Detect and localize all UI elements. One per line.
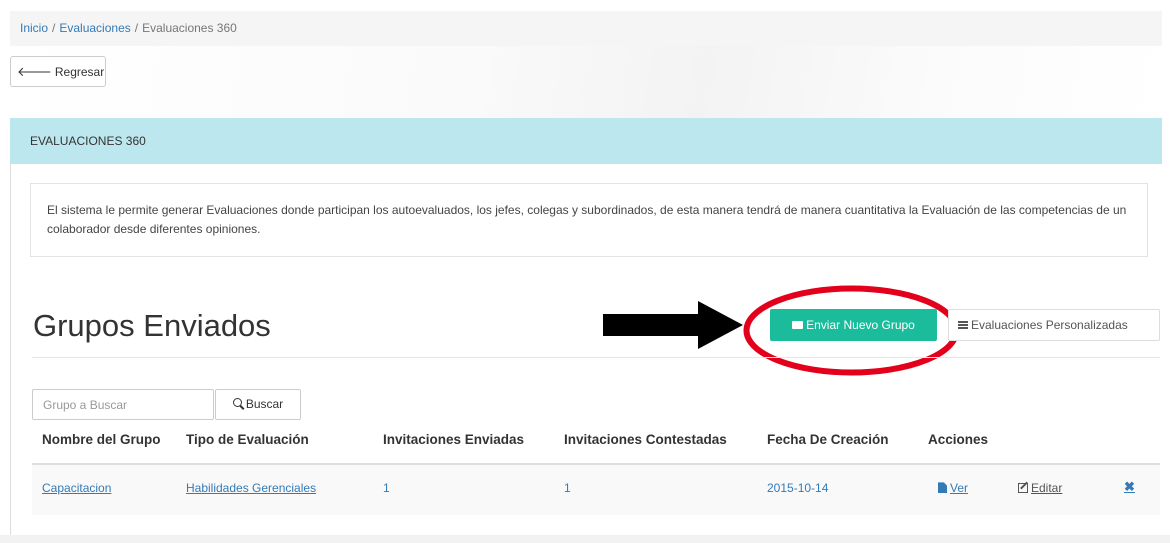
annotation-arrow	[603, 301, 743, 349]
edit-link[interactable]: Editar	[1018, 481, 1062, 495]
file-icon	[938, 482, 947, 494]
delete-icon[interactable]: ✖	[1124, 479, 1135, 495]
search-icon	[232, 398, 242, 408]
header-nombre: Nombre del Grupo	[42, 432, 161, 447]
header-enviadas: Invitaciones Enviadas	[383, 432, 525, 447]
search-input[interactable]	[32, 389, 214, 420]
header-contestadas: Invitaciones Contestadas	[564, 432, 727, 447]
header-fecha: Fecha De Creación	[767, 432, 889, 447]
search-button[interactable]: Buscar	[215, 389, 301, 420]
breadcrumb-inicio[interactable]: Inicio	[20, 21, 48, 35]
breadcrumb-separator: /	[52, 21, 56, 35]
annotation-ellipse-shape	[743, 285, 960, 376]
breadcrumb-current: Evaluaciones 360	[142, 21, 237, 35]
bottom-edge	[0, 535, 1170, 543]
breadcrumb-separator: /	[134, 21, 139, 35]
group-name-link[interactable]: Capacitacion	[42, 481, 111, 495]
annotation-ellipse	[743, 285, 960, 376]
info-text: El sistema le permite generar Evaluacion…	[30, 183, 1148, 257]
section-divider	[32, 357, 1160, 358]
creation-date: 2015-10-14	[767, 481, 829, 495]
search-button-label: Buscar	[245, 397, 284, 411]
panel-heading: EVALUACIONES 360	[10, 118, 1162, 164]
header-acciones: Acciones	[928, 432, 989, 447]
custom-evaluations-label: Evaluaciones Personalizadas	[971, 318, 1128, 332]
breadcrumb: Inicio / Evaluaciones / Evaluaciones 360	[10, 11, 1162, 46]
back-button-label: Regresar	[54, 65, 105, 79]
list-icon	[958, 320, 968, 329]
edit-link-label: Editar	[1031, 481, 1063, 495]
annotation-arrow-shape	[603, 301, 743, 349]
section-title: Grupos Enviados	[33, 308, 271, 343]
page-background	[10, 46, 1162, 118]
edit-icon	[1018, 482, 1028, 493]
invitations-answered: 1	[564, 481, 571, 495]
evaluation-type-link[interactable]: Habilidades Gerenciales	[186, 481, 316, 495]
custom-evaluations-button[interactable]: Evaluaciones Personalizadas	[948, 309, 1160, 341]
view-link[interactable]: Ver	[938, 481, 968, 495]
arrow-left-icon: 🡐	[17, 64, 52, 79]
view-link-label: Ver	[950, 481, 969, 495]
back-button[interactable]: 🡐 Regresar	[10, 56, 106, 87]
invitations-sent: 1	[383, 481, 390, 495]
header-tipo: Tipo de Evaluación	[186, 432, 309, 447]
breadcrumb-evaluaciones[interactable]: Evaluaciones	[59, 21, 130, 35]
